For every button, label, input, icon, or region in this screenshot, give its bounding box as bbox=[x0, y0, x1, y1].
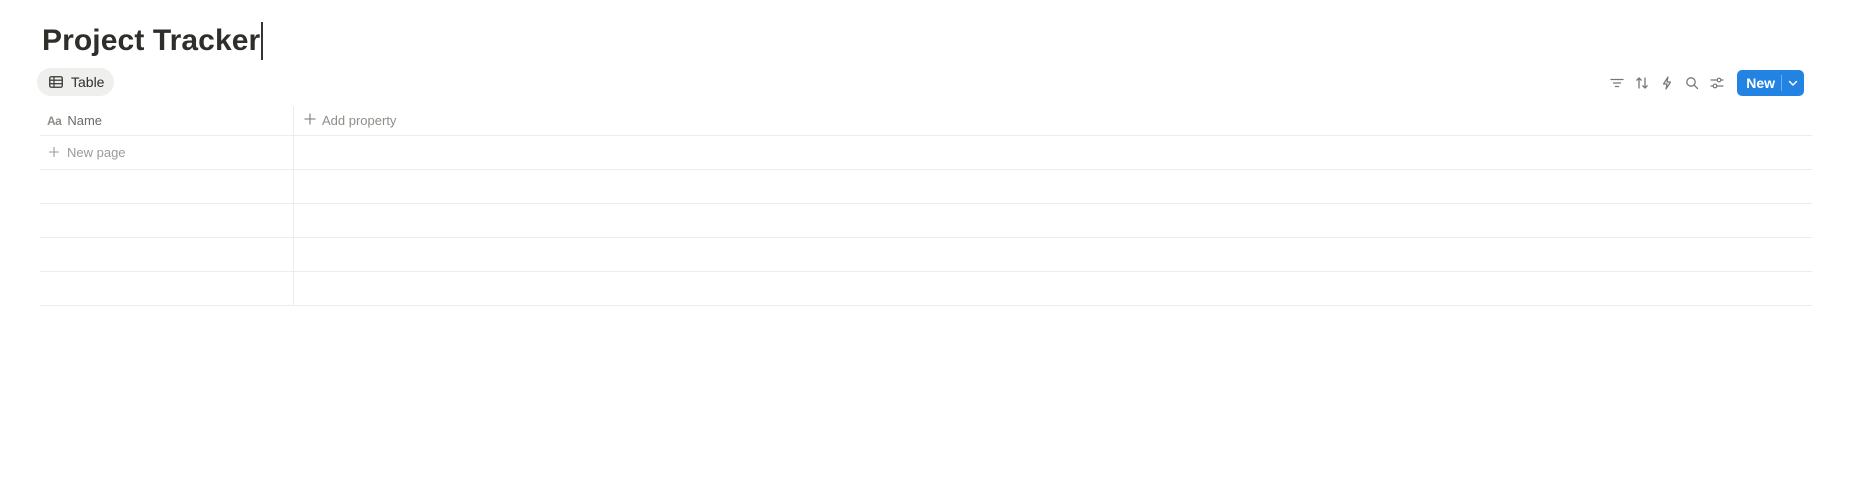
add-property-button[interactable]: Add property bbox=[294, 106, 396, 135]
table-cell[interactable] bbox=[294, 136, 1812, 169]
text-aa-icon: Aa bbox=[47, 113, 62, 128]
new-page-label: New page bbox=[67, 145, 126, 160]
filter-icon bbox=[1610, 77, 1624, 89]
new-dropdown-button[interactable] bbox=[1782, 70, 1804, 96]
text-cursor bbox=[261, 22, 263, 60]
sort-icon bbox=[1635, 76, 1649, 90]
page-title[interactable]: Project Tracker bbox=[42, 20, 263, 62]
plus-icon bbox=[304, 113, 316, 128]
chevron-down-icon bbox=[1788, 74, 1798, 92]
automation-button[interactable] bbox=[1654, 70, 1679, 96]
sort-button[interactable] bbox=[1629, 70, 1654, 96]
page-title-text[interactable]: Project Tracker bbox=[42, 24, 260, 58]
database-page: Project Tracker Table New Aa Name Add pr… bbox=[0, 0, 1852, 483]
database-toolbar: New bbox=[1604, 70, 1804, 96]
database-table: Aa Name Add property New page bbox=[40, 106, 1812, 306]
table-cell[interactable] bbox=[40, 204, 294, 237]
table-cell[interactable] bbox=[294, 204, 1812, 237]
view-tab-table[interactable]: Table bbox=[37, 68, 115, 96]
column-header-name[interactable]: Aa Name bbox=[40, 106, 294, 135]
table-row[interactable] bbox=[40, 204, 1812, 238]
settings-sliders-icon bbox=[1710, 77, 1724, 89]
table-cell[interactable] bbox=[294, 272, 1812, 305]
table-cell[interactable] bbox=[40, 272, 294, 305]
table-header-row: Aa Name Add property bbox=[40, 106, 1812, 136]
table-cell[interactable] bbox=[294, 170, 1812, 203]
add-property-label: Add property bbox=[322, 113, 397, 128]
plus-icon bbox=[48, 145, 60, 160]
new-button-group: New bbox=[1737, 70, 1804, 96]
view-tab-label: Table bbox=[71, 74, 105, 90]
new-page-row[interactable]: New page bbox=[40, 136, 1812, 170]
table-row[interactable] bbox=[40, 238, 1812, 272]
table-cell[interactable] bbox=[40, 238, 294, 271]
column-header-label: Name bbox=[67, 113, 103, 128]
table-row[interactable] bbox=[40, 272, 1812, 306]
filter-button[interactable] bbox=[1604, 70, 1629, 96]
automation-bolt-icon bbox=[1661, 76, 1673, 90]
search-icon bbox=[1685, 76, 1699, 90]
new-page-button[interactable]: New page bbox=[40, 136, 294, 169]
table-icon bbox=[49, 76, 63, 88]
table-cell[interactable] bbox=[40, 170, 294, 203]
view-settings-button[interactable] bbox=[1704, 70, 1729, 96]
table-row[interactable] bbox=[40, 170, 1812, 204]
table-cell[interactable] bbox=[294, 238, 1812, 271]
search-button[interactable] bbox=[1679, 70, 1704, 96]
new-button[interactable]: New bbox=[1737, 70, 1781, 96]
